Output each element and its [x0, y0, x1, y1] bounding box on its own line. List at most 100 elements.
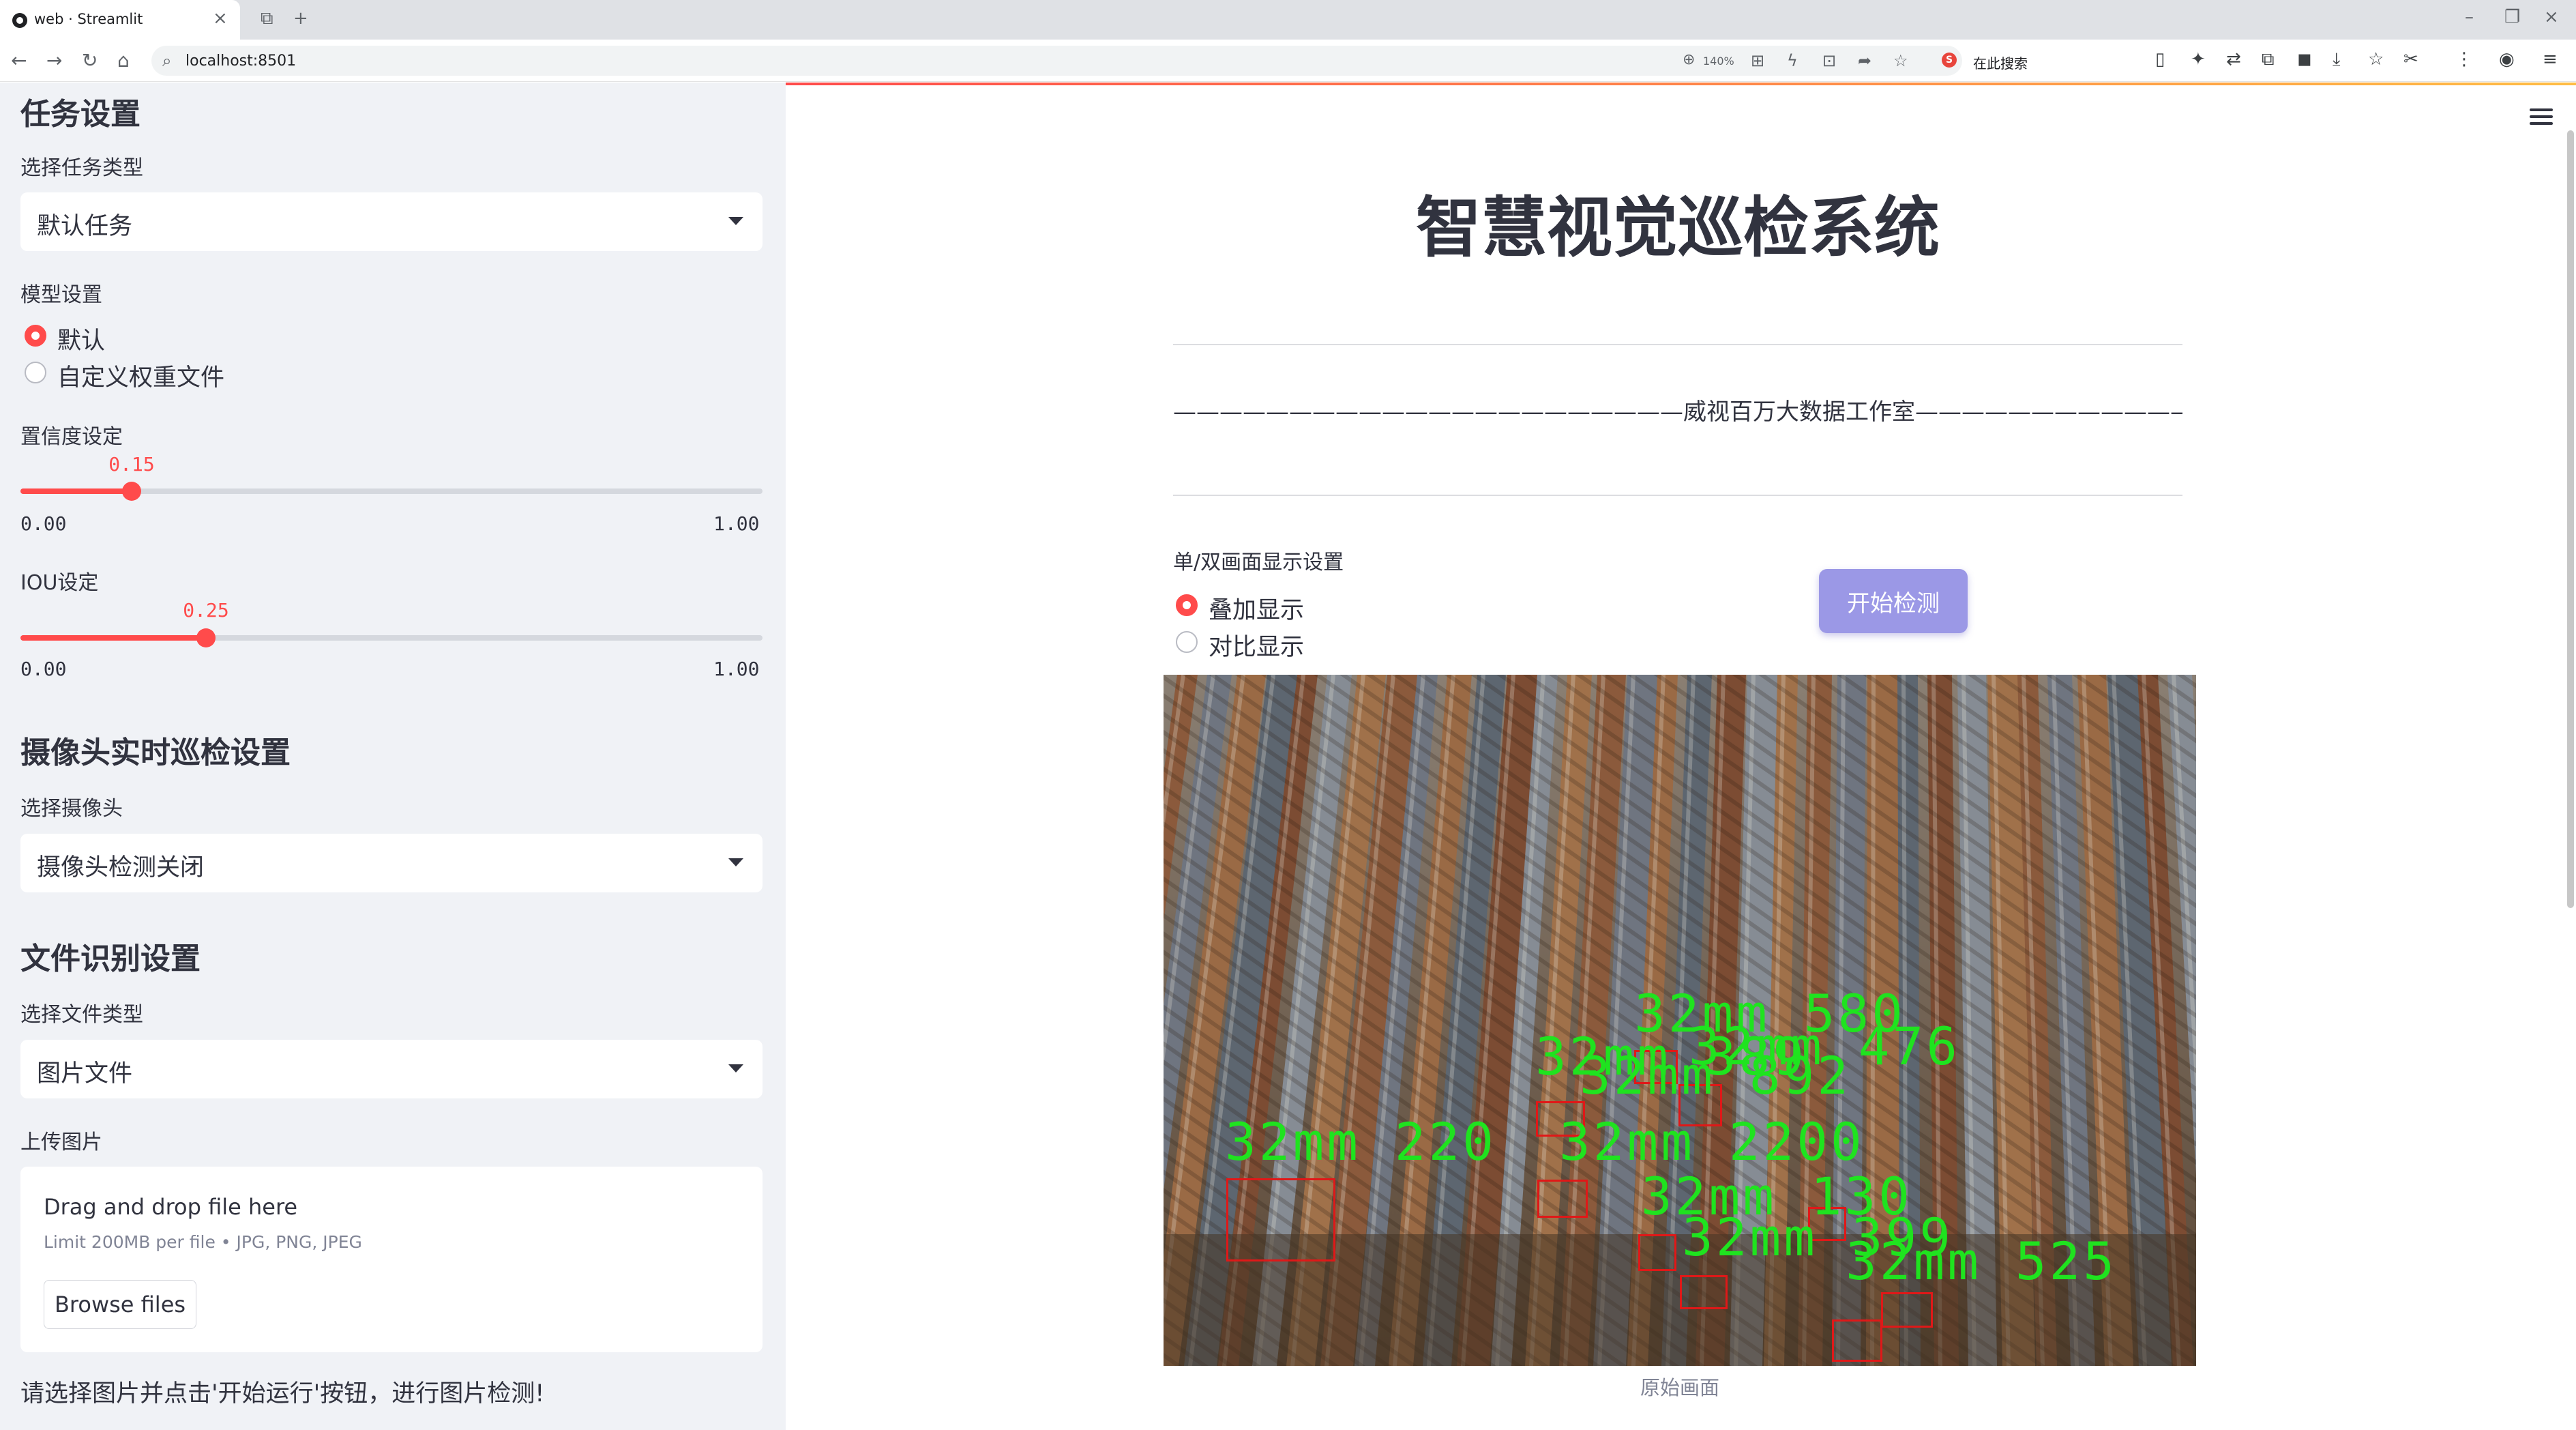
- bookmark-star-icon[interactable]: ☆: [1893, 51, 1908, 70]
- start-detection-button[interactable]: 开始检测: [1819, 569, 1968, 633]
- search-engine-placeholder: 在此搜索: [1973, 55, 2028, 72]
- sidebar: 任务设置 选择任务类型 默认任务 模型设置 默认 自定义权重文件 置信度设定 0…: [0, 83, 786, 1430]
- display-option-overlay: 叠加显示: [1209, 597, 1305, 624]
- mobile-icon[interactable]: ▯: [2155, 49, 2165, 70]
- close-window-icon[interactable]: ×: [2544, 7, 2559, 27]
- lightning-icon[interactable]: ϟ: [1787, 51, 1798, 70]
- confidence-min: 0.00: [20, 512, 67, 535]
- extension-dark-icon[interactable]: ◼: [2297, 49, 2312, 70]
- browse-files-button[interactable]: Browse files: [44, 1280, 196, 1329]
- confidence-slider[interactable]: [20, 482, 763, 501]
- iou-min: 0.00: [20, 658, 67, 680]
- iou-slider[interactable]: [20, 628, 763, 647]
- profile-avatar-icon[interactable]: ◉: [2499, 49, 2515, 70]
- extension-blue-icon[interactable]: ⧉: [2262, 49, 2275, 70]
- display-mode-label: 单/双画面显示设置: [1173, 551, 1344, 574]
- sidebar-hint: 请选择图片并点击'开始运行'按钮，进行图片检测!: [20, 1380, 545, 1407]
- chevron-down-icon: [728, 1064, 743, 1072]
- iou-value: 0.25: [183, 599, 229, 622]
- scrollbar[interactable]: [2567, 130, 2574, 908]
- back-icon[interactable]: ←: [11, 49, 27, 72]
- detection-label: 32mm 2200: [1559, 1111, 1865, 1172]
- search-engine-logo-icon: S: [1942, 53, 1957, 68]
- search-engine-box[interactable]: S 在此搜索: [1934, 46, 2152, 76]
- file-type-select[interactable]: 图片文件: [20, 1040, 763, 1098]
- detection-box: [1881, 1292, 1933, 1328]
- confidence-value: 0.15: [108, 453, 155, 476]
- main-content: 智慧视觉巡检系统 ——————————————————————威视百万大数据工作…: [786, 83, 2576, 1430]
- detection-box: [1537, 1180, 1588, 1218]
- screenshot-icon[interactable]: ⊡: [1822, 51, 1836, 70]
- chevron-down-icon: [728, 858, 743, 866]
- share-icon[interactable]: ➦: [1858, 51, 1871, 70]
- browser-menu-icon[interactable]: ≡: [2543, 49, 2558, 70]
- detection-box: [1680, 1275, 1728, 1309]
- camera-select[interactable]: 摄像头检测关闭: [20, 834, 763, 892]
- reload-icon[interactable]: ↻: [82, 49, 98, 72]
- minimize-icon[interactable]: –: [2465, 7, 2474, 27]
- dropzone-title: Drag and drop file here: [44, 1194, 298, 1220]
- close-tab-icon[interactable]: ×: [213, 8, 228, 29]
- confidence-slider-thumb[interactable]: [122, 482, 142, 501]
- detection-result-image: 32mm 580 32mm 476 32mm 389 32mm 892 32mm…: [1164, 675, 2196, 1366]
- iou-slider-thumb[interactable]: [196, 628, 216, 647]
- download-icon[interactable]: ⤓: [2333, 49, 2341, 70]
- streamlit-favicon-icon: [12, 13, 27, 28]
- upload-label: 上传图片: [20, 1130, 102, 1154]
- home-icon[interactable]: ⌂: [117, 49, 130, 72]
- address-bar[interactable]: ⌕ localhost:8501 ⊕ 140% ⊞ ϟ ⊡ ➦ ☆: [151, 46, 1962, 76]
- favorites-icon[interactable]: ☆: [2368, 49, 2384, 70]
- restore-icon[interactable]: ❐: [2504, 7, 2520, 27]
- model-option-default: 默认: [57, 327, 106, 355]
- more-menu-icon[interactable]: ⋮: [2455, 49, 2473, 70]
- zoom-level: 140%: [1703, 55, 1734, 68]
- file-type-value: 图片文件: [37, 1060, 133, 1088]
- radio-unselected-icon[interactable]: [1176, 631, 1198, 653]
- image-caption: 原始画面: [1640, 1376, 1719, 1399]
- detection-label: 32mm 892: [1580, 1045, 1852, 1106]
- confidence-slider-fill: [20, 488, 132, 494]
- task-type-value: 默认任务: [37, 213, 133, 240]
- extension-translate-icon[interactable]: ⇄: [2226, 49, 2241, 70]
- camera-value: 摄像头检测关闭: [37, 854, 205, 881]
- divider-bottom: [1173, 495, 2182, 496]
- radio-selected-icon[interactable]: [1176, 594, 1198, 616]
- chevron-down-icon: [728, 217, 743, 225]
- iou-max: 1.00: [713, 658, 760, 680]
- search-icon: ⌕: [162, 51, 172, 70]
- radio-selected-icon[interactable]: [25, 325, 46, 347]
- dropzone-limit: Limit 200MB per file • JPG, PNG, JPEG: [44, 1232, 362, 1252]
- detection-box: [1832, 1319, 1882, 1362]
- hamburger-menu-icon[interactable]: [2530, 108, 2553, 129]
- radio-unselected-icon[interactable]: [25, 362, 46, 383]
- translate-icon[interactable]: ⊞: [1751, 51, 1764, 70]
- confidence-max: 1.00: [713, 512, 760, 535]
- detection-label: 32mm 525: [1846, 1231, 2118, 1292]
- file-section-title: 文件识别设置: [20, 942, 201, 976]
- page-title: 智慧视觉巡检系统: [1416, 190, 1940, 266]
- task-type-select[interactable]: 默认任务: [20, 192, 763, 251]
- new-tab-icon[interactable]: +: [293, 8, 308, 29]
- model-label: 模型设置: [20, 283, 102, 307]
- studio-banner: ——————————————————————威视百万大数据工作室————————…: [1173, 398, 2182, 426]
- detection-box: [1638, 1234, 1676, 1271]
- camera-section-title: 摄像头实时巡检设置: [20, 735, 291, 770]
- forward-icon[interactable]: →: [46, 49, 62, 72]
- file-uploader-dropzone[interactable]: Drag and drop file here Limit 200MB per …: [20, 1167, 763, 1352]
- browser-toolbar: ← → ↻ ⌂ ⌕ localhost:8501 ⊕ 140% ⊞ ϟ ⊡ ➦ …: [0, 40, 2576, 82]
- task-section-title: 任务设置: [20, 97, 140, 132]
- extension-color-icon[interactable]: ✦: [2191, 49, 2206, 70]
- browser-tab-bar: web · Streamlit × ⧉ + – ❐ ×: [0, 0, 2576, 40]
- url-text[interactable]: localhost:8501: [186, 53, 296, 70]
- model-option-custom: 自定义权重文件: [57, 364, 225, 392]
- tab-actions-icon[interactable]: ⧉: [261, 8, 273, 29]
- detection-box: [1226, 1178, 1335, 1261]
- task-type-label: 选择任务类型: [20, 156, 143, 180]
- cut-icon[interactable]: ✂: [2403, 49, 2418, 70]
- zoom-icon[interactable]: ⊕: [1683, 51, 1695, 68]
- file-type-label: 选择文件类型: [20, 1003, 143, 1027]
- browser-tab[interactable]: web · Streamlit ×: [0, 0, 240, 40]
- iou-label: IOU设定: [20, 571, 99, 595]
- display-option-compare: 对比显示: [1209, 634, 1305, 661]
- camera-label: 选择摄像头: [20, 797, 123, 821]
